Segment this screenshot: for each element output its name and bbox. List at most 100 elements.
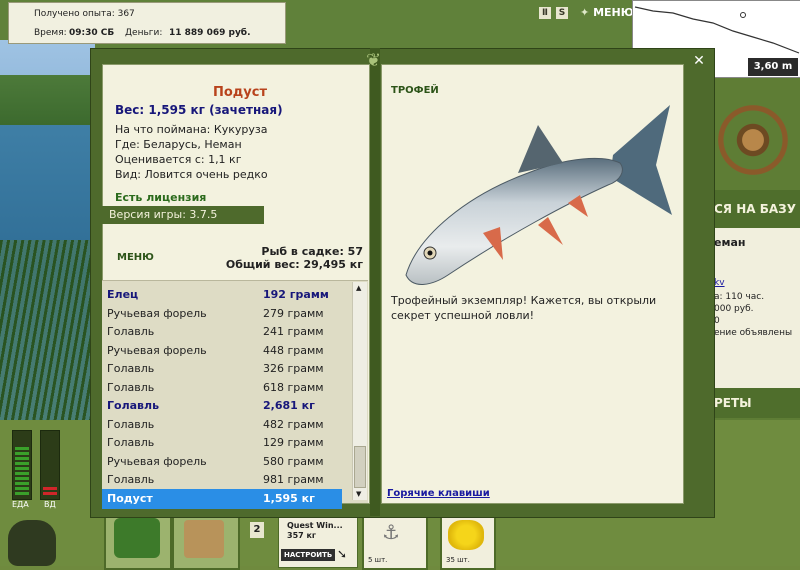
experience-text: Получено опыта: 367 (34, 9, 135, 19)
basket-icon (114, 518, 160, 558)
pause-icon[interactable]: Ⅱ (539, 7, 551, 19)
scroll-down-icon[interactable]: ▼ (356, 490, 361, 498)
valued-from-text: Оценивается с: 1,1 кг (115, 153, 242, 166)
catch-fish-name: Ручьевая форель (107, 343, 207, 357)
catch-row[interactable]: Ручьевая форель 279 грамм (102, 304, 342, 324)
close-icon[interactable]: ✕ (688, 50, 710, 72)
info-line-4: ение объявлены (714, 328, 793, 338)
time-value: 09:30 СБ (69, 28, 115, 38)
hook-icon: ⚓ (382, 520, 400, 544)
location-name: еман (714, 236, 746, 249)
catch-fish-weight: 129 грамм (263, 436, 324, 449)
reeds (0, 240, 90, 420)
scrollbar-thumb[interactable] (354, 446, 366, 488)
slot-number: 2 (250, 522, 264, 538)
secrets-label: РЕТЫ (714, 396, 752, 410)
catch-row[interactable]: Голавль 326 грамм (102, 359, 342, 379)
corn-icon (448, 520, 484, 550)
catch-fish-weight: 448 грамм (263, 343, 324, 357)
total-weight: Общий вес: 29,495 кг (225, 258, 363, 271)
hook-count: 5 шт. (368, 556, 388, 564)
catch-fish-name: Ручьевая форель (107, 306, 207, 320)
go-to-base-label: СЯ НА БАЗУ (714, 202, 796, 216)
trophy-pane: ТРОФЕЙ Трофейный экземпляр! Кажется, вы … (381, 64, 684, 504)
status-panel: Получено опыта: 367 Время: 09:30 СБ День… (8, 2, 286, 44)
catch-fish-name: Подуст (107, 491, 153, 505)
catch-fish-weight: 279 грамм (263, 306, 324, 320)
license-status: Есть лицензия (115, 191, 207, 204)
catch-fish-weight: 2,681 кг (263, 399, 315, 412)
scroll-up-icon[interactable]: ▲ (356, 284, 361, 292)
hook-slot[interactable]: ⚓ 5 шт. (362, 512, 428, 570)
fish-count: Рыб в садке: 57 (261, 245, 363, 258)
window-divider: ❦ (366, 48, 381, 516)
catch-fish-name: Голавль (107, 473, 155, 486)
location-info: еман kv а: 110 час. 000 руб. 0 ение объя… (712, 228, 800, 388)
catch-row[interactable]: Подуст 1,595 кг (102, 488, 342, 509)
bucket-icon (184, 520, 224, 558)
catch-row[interactable]: Голавль 981 грамм (102, 470, 342, 490)
quest-title: Quest Win... (287, 521, 343, 530)
secrets-button[interactable]: РЕТЫ (712, 388, 800, 418)
catch-row[interactable]: Ручьевая форель 448 грамм (102, 341, 342, 361)
money-label: Деньги: (125, 28, 163, 38)
fish-emblem-icon: ✦ (580, 6, 590, 19)
catch-row[interactable]: Голавль 241 грамм (102, 322, 342, 342)
location-link[interactable]: kv (714, 278, 725, 288)
setup-button[interactable]: НАСТРОИТЬ (281, 549, 336, 561)
catch-fish-weight: 482 грамм (263, 417, 324, 431)
where-text: Где: Беларусь, Неман (115, 138, 242, 151)
s-button[interactable]: S (556, 7, 568, 19)
fish-image (405, 105, 672, 285)
catch-fish-name: Голавль (107, 325, 155, 338)
catch-fish-name: Голавль (107, 380, 155, 394)
catch-fish-weight: 981 грамм (263, 473, 324, 486)
far-shore-trees (0, 75, 95, 125)
trophy-description: Трофейный экземпляр! Кажется, вы открыли… (391, 294, 657, 322)
corn-bait-slot[interactable]: 35 шт. (440, 512, 496, 570)
catch-row[interactable]: Елец 192 грамм (102, 285, 342, 305)
pane-menu-button[interactable]: МЕНЮ (117, 252, 154, 263)
ed-meter-fill (43, 487, 57, 497)
info-line-2: 000 руб. (714, 304, 754, 314)
catch-row[interactable]: Голавль 2,681 кг (102, 396, 342, 416)
corn-count: 35 шт. (446, 556, 470, 564)
time-label: Время: (34, 28, 67, 38)
catch-fish-name: Елец (107, 288, 139, 301)
bucket-slot[interactable] (172, 510, 240, 570)
catch-fish-weight: 326 грамм (263, 362, 324, 375)
fish-name: Подуст (213, 85, 268, 100)
caught-on-text: На что поймана: Кукуруза (115, 123, 268, 136)
catch-row[interactable]: Голавль 129 грамм (102, 433, 342, 453)
game-version: Версия игры: 3.7.5 (102, 206, 264, 224)
quest-price: 357 кг (287, 531, 317, 540)
ship-wheel-icon[interactable] (718, 100, 788, 180)
catch-row[interactable]: Голавль 618 грамм (102, 378, 342, 398)
quest-slot[interactable]: Quest Win... 357 кг НАСТРОИТЬ ➘ (278, 516, 358, 568)
depth-readout: 3,60 m (748, 58, 798, 76)
money-value: 11 889 069 руб. (169, 28, 251, 38)
info-line-1: а: 110 час. (714, 292, 765, 302)
catch-fish-name: Голавль (107, 399, 160, 412)
catch-fish-weight: 192 грамм (263, 288, 329, 301)
fish-weight: Вес: 1,595 кг (зачетная) (115, 103, 283, 117)
vegetable-basket-slot[interactable] (104, 510, 172, 570)
ed-meter (40, 430, 60, 500)
catch-fish-weight: 580 грамм (263, 454, 324, 468)
catch-fish-weight: 241 грамм (263, 325, 324, 338)
catch-fish-name: Голавль (107, 436, 155, 449)
top-menu-button[interactable]: ✦ МЕНЮ (580, 6, 634, 19)
ed-label: ВД (44, 500, 56, 509)
go-to-base-button[interactable]: СЯ НА БАЗУ (712, 190, 800, 228)
catch-fish-name: Ручьевая форель (107, 454, 207, 468)
catch-fish-weight: 618 грамм (263, 380, 324, 394)
catch-row[interactable]: Голавль 482 грамм (102, 415, 342, 435)
hotkeys-link[interactable]: Горячие клавиши (387, 488, 490, 499)
cauldron-icon[interactable] (8, 520, 56, 566)
catch-list[interactable]: Елец 192 грамм Ручьевая форель 279 грамм Гол… (102, 280, 368, 509)
food-label: ЕДА (12, 500, 29, 509)
catch-fish-weight: 1,595 кг (263, 491, 315, 505)
catch-row[interactable]: Ручьевая форель 580 грамм (102, 452, 342, 472)
kind-text: Вид: Ловится очень редко (115, 168, 268, 181)
food-meter (12, 430, 32, 500)
